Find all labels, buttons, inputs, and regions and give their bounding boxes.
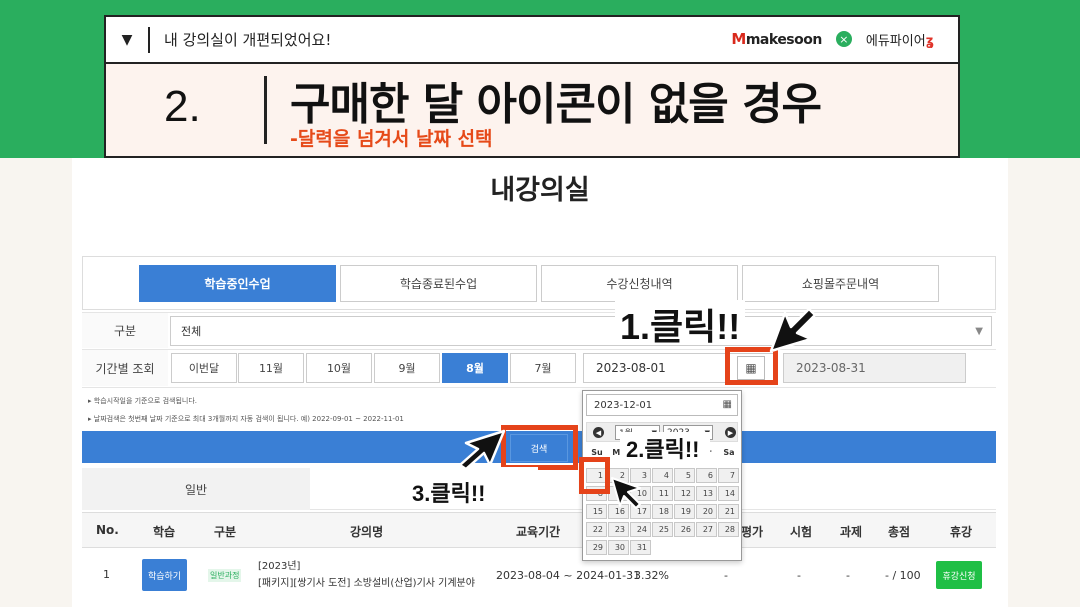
col-leave: 휴강	[950, 525, 973, 539]
calendar-day[interactable]: 13	[696, 486, 717, 501]
leave-button[interactable]: 휴강신청	[936, 561, 982, 589]
note-text: ▸ 학습시작일을 기준으로 검색됩니다.	[88, 397, 198, 405]
step-title: 구매한 달 아이콘이 없을 경우	[290, 79, 822, 130]
month-nov[interactable]: 11월	[238, 353, 304, 383]
calendar-day[interactable]: 21	[718, 504, 739, 519]
col-study: 학습	[153, 525, 176, 539]
annotation-step2: 2.클릭!!	[626, 437, 700, 462]
category-badge: 일반과정	[208, 569, 242, 582]
month-this-month[interactable]: 이번달	[171, 353, 237, 383]
chevron-down-icon: ▼	[975, 326, 983, 337]
calendar-day[interactable]: 19	[674, 504, 695, 519]
calendar-day[interactable]: 27	[696, 522, 717, 537]
col-eval: 평가	[741, 525, 764, 539]
caret-down-icon[interactable]: ▼	[106, 32, 148, 48]
calendar-day[interactable]: 22	[586, 522, 607, 537]
datepicker-value: 2023-12-01	[594, 399, 653, 411]
banner-message: 내 강의실이 개편되었어요!	[164, 31, 332, 49]
weekday-label: Su	[591, 448, 603, 457]
col-total: 총점	[888, 525, 911, 539]
datepicker-input[interactable]: 2023-12-01 ▦	[586, 394, 738, 416]
col-exam: 시험	[790, 525, 813, 539]
brand-logos: Mmakesoon × 에듀파이어ʓ	[721, 26, 944, 52]
month-jul[interactable]: 7월	[510, 353, 576, 383]
note-text: ▸ 날짜검색은 첫번째 날짜 기준으로 최대 3개월까지 자동 검색이 됩니다.…	[88, 415, 404, 423]
cursor-arrow-icon	[769, 307, 817, 353]
col-period: 교육기간	[516, 525, 561, 539]
calendar-day[interactable]: 4	[652, 468, 673, 483]
row-total: - / 100	[885, 569, 921, 582]
tab-in-progress[interactable]: 학습중인수업	[139, 265, 336, 302]
calendar-icon: ▦	[722, 399, 732, 410]
tab-shop-orders[interactable]: 쇼핑몰주문내역	[742, 265, 939, 302]
course-name[interactable]: [2023년] [패키지][쌍기사 도전] 소방설비(산업)기사 기계분야	[258, 558, 475, 592]
tutorial-banner: ▼ 내 강의실이 개편되었어요! Mmakesoon × 에듀파이어ʓ 2. 구…	[104, 15, 960, 158]
tab-general[interactable]: 일반	[82, 468, 310, 510]
col-assignment: 과제	[840, 525, 863, 539]
row-progress: 3.32%	[634, 569, 669, 582]
highlight-search-button	[501, 425, 578, 470]
step-subtitle: -달력을 넘겨서 날짜 선택	[290, 128, 493, 150]
row-eval: -	[724, 569, 728, 582]
highlight-day-1	[579, 457, 610, 494]
calendar-day[interactable]: 11	[652, 486, 673, 501]
divider	[264, 76, 267, 144]
course-title: [패키지][쌍기사 도전] 소방설비(산업)기사 기계분야	[258, 578, 475, 589]
course-year: [2023년]	[258, 561, 301, 572]
divider	[148, 26, 150, 53]
row-no: 1	[103, 568, 110, 581]
row-assignment: -	[846, 569, 850, 582]
tab-enrollment[interactable]: 수강신청내역	[541, 265, 738, 302]
calendar-day[interactable]: 12	[674, 486, 695, 501]
category-select[interactable]: 전체 ▼	[170, 316, 992, 346]
makesoon-logo: Mmakesoon	[731, 30, 822, 48]
col-category: 구분	[214, 525, 237, 539]
cursor-arrow-icon	[611, 477, 641, 509]
cursor-arrow-icon	[458, 429, 506, 469]
banner-body: 2. 구매한 달 아이콘이 없을 경우 -달력을 넘겨서 날짜 선택	[106, 64, 958, 156]
calendar-day[interactable]: 30	[608, 540, 629, 555]
calendar-day[interactable]: 29	[586, 540, 607, 555]
calendar-day[interactable]: 23	[608, 522, 629, 537]
divider	[82, 312, 996, 313]
calendar-day[interactable]: 18	[652, 504, 673, 519]
category-label: 구분	[82, 313, 168, 348]
calendar-day[interactable]: 24	[630, 522, 651, 537]
calendar-day[interactable]: 28	[718, 522, 739, 537]
col-no: No.	[96, 523, 119, 537]
step-number: 2.	[164, 82, 201, 131]
banner-header: ▼ 내 강의실이 개편되었어요! Mmakesoon × 에듀파이어ʓ	[106, 17, 958, 64]
calendar-day[interactable]: 7	[718, 468, 739, 483]
annotation-step1: 1.클릭!!	[620, 306, 741, 347]
divider	[82, 349, 996, 350]
calendar-day[interactable]: 15	[586, 504, 607, 519]
prev-month-icon[interactable]: ◀	[593, 427, 604, 438]
page-title: 내강의실	[490, 175, 590, 206]
divider	[82, 387, 996, 388]
category-value: 전체	[181, 325, 202, 338]
study-button[interactable]: 학습하기	[142, 559, 187, 591]
month-oct[interactable]: 10월	[306, 353, 372, 383]
main-tabs: 학습중인수업 학습종료된수업 수강신청내역 쇼핑몰주문내역	[82, 256, 996, 310]
calendar-day[interactable]: 5	[674, 468, 695, 483]
edufire-logo: 에듀파이어ʓ	[865, 33, 934, 49]
row-period: 2023-08-04 ~ 2024-01-31	[496, 569, 641, 582]
month-sep[interactable]: 9월	[374, 353, 440, 383]
calendar-day[interactable]: 6	[696, 468, 717, 483]
weekday-label: Sa	[723, 448, 735, 457]
calendar-day[interactable]: 26	[674, 522, 695, 537]
annotation-step3: 3.클릭!!	[412, 481, 486, 506]
calendar-day[interactable]: 31	[630, 540, 651, 555]
end-date-input[interactable]: 2023-08-31	[783, 353, 966, 383]
period-label: 기간별 조회	[82, 350, 168, 386]
month-aug[interactable]: 8월	[442, 353, 508, 383]
calendar-day[interactable]: 20	[696, 504, 717, 519]
close-icon: ×	[835, 31, 852, 47]
calendar-day[interactable]: 14	[718, 486, 739, 501]
tab-completed[interactable]: 학습종료된수업	[340, 265, 537, 302]
calendar-day[interactable]: 25	[652, 522, 673, 537]
row-exam: -	[797, 569, 801, 582]
col-course-name: 강의명	[350, 525, 384, 539]
next-month-icon[interactable]: ▶	[725, 427, 736, 438]
